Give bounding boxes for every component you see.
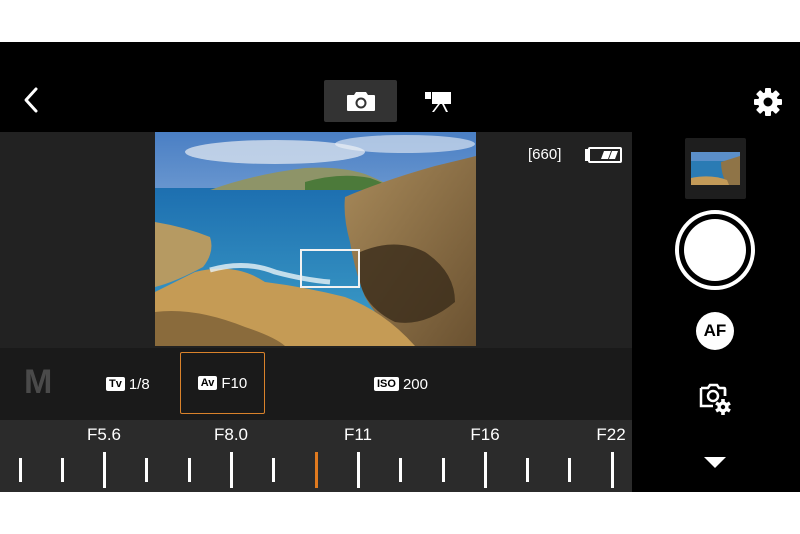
thumbnail-image: [691, 152, 740, 185]
dial-label: F11: [343, 425, 373, 444]
dial-tick: [272, 458, 276, 482]
aperture-value: F10: [221, 374, 248, 392]
back-button[interactable]: [18, 86, 46, 114]
dial-tick: [483, 452, 487, 488]
af-button[interactable]: AF: [696, 312, 734, 350]
dial-label: F8.0: [213, 425, 249, 444]
dial-tick: [356, 452, 360, 488]
movie-camera-icon: [425, 92, 451, 112]
dial-tick: [187, 458, 191, 482]
chevron-left-icon: [24, 87, 38, 113]
shutter-speed-setting[interactable]: Tv 1/8: [106, 348, 150, 420]
dial-tick: [103, 452, 107, 488]
aperture-dial[interactable]: F5.6 F8.0 F11 F16 F22: [0, 420, 632, 492]
triangle-down-icon: [704, 457, 726, 468]
shutter-speed-value: 1/8: [128, 375, 150, 393]
iso-setting[interactable]: ISO 200: [374, 348, 428, 420]
iso-tag: ISO: [374, 377, 399, 391]
shutter-button[interactable]: [675, 210, 755, 290]
dial-tick: [526, 458, 530, 482]
video-mode-button[interactable]: [413, 80, 463, 122]
shutter-inner: [684, 219, 746, 281]
dial-label: F22: [596, 425, 626, 444]
dial-tick: [145, 458, 149, 482]
focus-frame[interactable]: [300, 249, 360, 288]
photo-mode-button[interactable]: [324, 80, 397, 122]
viewfinder-area: [660]: [0, 132, 632, 348]
battery-icon: [584, 147, 622, 168]
camera-settings-icon: [699, 383, 731, 415]
more-button[interactable]: [702, 454, 728, 470]
camera-remote-app: [660] AF M Tv 1/8 Av F10 ISO 200 F5.6 F8…: [0, 42, 800, 492]
dial-label: F16: [470, 425, 500, 444]
shooting-mode-indicator[interactable]: M: [24, 363, 52, 402]
dial-tick: [60, 458, 64, 482]
dial-label: F5.6: [86, 425, 122, 444]
dial-tick: [610, 452, 614, 488]
av-tag: Av: [197, 376, 218, 390]
live-view[interactable]: [155, 132, 476, 346]
camera-settings-button[interactable]: [698, 382, 732, 416]
aperture-setting[interactable]: Av F10: [180, 352, 265, 414]
live-view-image: [155, 132, 476, 346]
dial-tick: [230, 452, 233, 488]
dial-tick: [568, 458, 572, 482]
dial-current-indicator: [314, 452, 318, 488]
exposure-settings-bar: M Tv 1/8 Av F10 ISO 200: [0, 348, 632, 420]
top-bar: [0, 42, 800, 132]
settings-button[interactable]: [752, 86, 784, 118]
shots-remaining: [660]: [528, 146, 562, 163]
last-shot-thumbnail[interactable]: [685, 138, 746, 199]
gear-icon: [754, 88, 782, 116]
dial-tick: [18, 458, 22, 482]
camera-icon: [346, 92, 375, 111]
iso-value: 200: [402, 375, 428, 393]
dial-tick: [441, 458, 445, 482]
dial-tick: [399, 458, 403, 482]
right-control-panel: AF: [632, 132, 800, 492]
tv-tag: Tv: [106, 377, 125, 391]
